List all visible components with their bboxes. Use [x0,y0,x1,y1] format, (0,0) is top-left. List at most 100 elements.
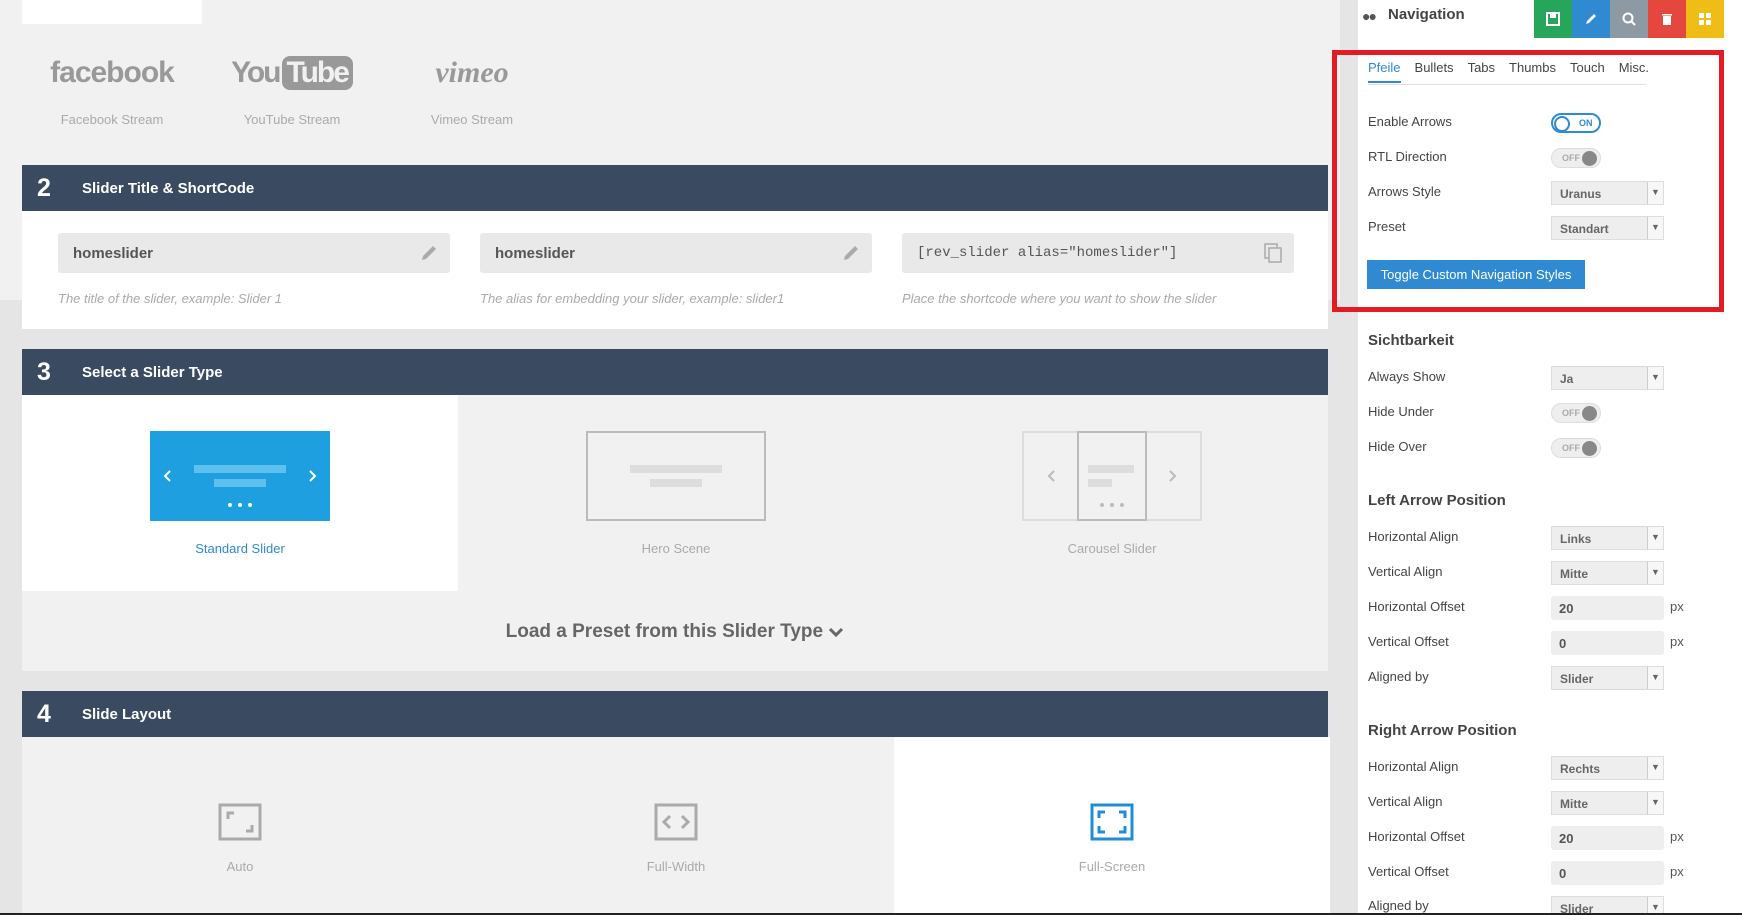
always-show-select[interactable]: Ja ▼ [1551,366,1664,390]
left-aligned-by-label: Aligned by [1368,669,1429,684]
enable-arrows-label: Enable Arrows [1368,114,1452,129]
top-strip [22,0,202,24]
left-arrow-position-title: Left Arrow Position [1368,492,1506,509]
layout-full-width-option[interactable]: Full-Width [458,737,894,915]
facebook-stream-option[interactable]: facebook Facebook Stream [22,50,202,127]
hide-over-state: OFF [1562,443,1580,453]
left-aligned-by-select[interactable]: Slider ▼ [1551,666,1664,690]
trash-icon [1662,14,1672,25]
toggle-knob [1582,151,1597,166]
preset-value: Standart [1560,222,1609,236]
facebook-logo: facebook [50,56,175,89]
right-arrow-position-title: Right Arrow Position [1368,722,1517,739]
hide-over-toggle[interactable]: OFF [1551,438,1601,458]
standard-slider-option[interactable]: Standard Slider [22,395,458,591]
slider-type-panel: Standard Slider Hero Scene Carousel Slid… [22,395,1328,671]
hero-scene-option[interactable]: Hero Scene [458,395,894,591]
tab-thumbs[interactable]: Thumbs [1509,60,1556,83]
left-v-align-value: Mitte [1560,567,1588,581]
enable-arrows-toggle[interactable]: ON [1551,113,1601,133]
chevron-down-icon [829,627,844,638]
section-4-header: 4 Slide Layout [22,691,1328,737]
chevron-down-icon: ▼ [1647,562,1663,584]
save-icon [1546,12,1560,26]
right-v-offset-input[interactable]: 0 [1551,861,1664,885]
chevron-down-icon: ▼ [1647,667,1663,689]
left-v-offset-input[interactable]: 0 [1551,631,1664,655]
pencil-icon[interactable] [840,242,862,264]
youtube-logo: You Tube [202,50,382,96]
right-h-align-select[interactable]: Rechts ▼ [1551,756,1664,780]
slider-alias-value: homeslider [495,244,576,262]
edit-button[interactable] [1572,0,1610,38]
tab-misc[interactable]: Misc. [1619,60,1649,83]
vimeo-stream-option[interactable]: vimeo Vimeo Stream [382,50,562,127]
slider-alias-field[interactable]: homeslider [480,233,872,273]
left-h-align-select[interactable]: Links ▼ [1551,526,1664,550]
full-width-layout-icon [654,803,698,841]
section-3-number: 3 [37,357,51,386]
toggle-knob [1582,406,1597,421]
rtl-direction-toggle[interactable]: OFF [1551,148,1601,168]
right-h-offset-label: Horizontal Offset [1368,829,1465,844]
right-h-offset-input[interactable]: 20 [1551,826,1664,850]
right-aligned-by-label: Aligned by [1368,898,1429,913]
right-v-align-select[interactable]: Mitte ▼ [1551,791,1664,815]
hide-under-state: OFF [1562,408,1580,418]
load-preset-button[interactable]: Load a Preset from this Slider Type [22,621,1328,643]
drag-handle-icon[interactable]: ●● [1362,8,1377,24]
left-v-align-select[interactable]: Mitte ▼ [1551,561,1664,585]
pencil-icon[interactable] [418,242,440,264]
full-screen-layout-icon [1090,803,1134,841]
right-v-align-label: Vertical Align [1368,794,1443,809]
layout-auto-option[interactable]: Auto [22,737,458,915]
youtube-stream-option[interactable]: You Tube YouTube Stream [202,50,382,127]
hide-under-toggle[interactable]: OFF [1551,403,1601,423]
shortcode-field[interactable]: [rev_slider alias="homeslider"] [902,233,1294,273]
youtube-stream-label: YouTube Stream [243,112,341,127]
left-v-align-label: Vertical Align [1368,564,1443,579]
left-h-offset-input[interactable]: 20 [1551,596,1664,620]
slider-alias-hint: The alias for embedding your slider, exa… [480,291,785,306]
layout-full-screen-label: Full-Screen [1078,859,1146,874]
right-v-align-value: Mitte [1560,797,1588,811]
preview-button[interactable] [1610,0,1648,38]
chevron-down-icon: ▼ [1647,792,1663,814]
grid-button[interactable] [1686,0,1724,38]
auto-layout-icon [218,803,262,841]
section-2-number: 2 [37,173,51,202]
tab-pfeile[interactable]: Pfeile [1368,60,1401,83]
pencil-icon [1586,14,1596,24]
left-h-offset-unit: px [1670,599,1684,614]
tab-touch[interactable]: Touch [1570,60,1605,83]
hide-over-label: Hide Over [1368,439,1427,454]
preset-select[interactable]: Standart ▼ [1551,216,1664,240]
load-preset-label: Load a Preset from this Slider Type [505,621,824,642]
copy-icon[interactable] [1262,242,1284,264]
visibility-title: Sichtbarkeit [1368,332,1454,349]
tab-tabs[interactable]: Tabs [1468,60,1495,83]
slider-title-field[interactable]: homeslider [58,233,450,273]
carousel-slider-label: Carousel Slider [1067,541,1157,556]
left-h-align-value: Links [1560,532,1592,546]
toggle-knob [1554,116,1570,132]
shortcode-hint: Place the shortcode where you want to sh… [902,291,1217,306]
chevron-down-icon: ▼ [1647,182,1663,204]
left-aligned-by-value: Slider [1560,672,1594,686]
delete-button[interactable] [1648,0,1686,38]
arrows-style-select[interactable]: Uranus ▼ [1551,181,1664,205]
arrows-style-value: Uranus [1560,187,1602,201]
right-v-offset-unit: px [1670,864,1684,879]
save-button[interactable] [1534,0,1572,38]
rtl-direction-label: RTL Direction [1368,149,1447,164]
toggle-knob [1582,441,1597,456]
rtl-direction-state: OFF [1562,153,1580,163]
toggle-custom-navigation-styles-button[interactable]: Toggle Custom Navigation Styles [1367,260,1585,289]
tab-bullets[interactable]: Bullets [1415,60,1454,83]
carousel-slider-option[interactable]: Carousel Slider [894,395,1330,591]
always-show-value: Ja [1560,372,1574,386]
always-show-label: Always Show [1368,369,1446,384]
youtube-logo-tube: Tube [281,56,353,90]
layout-full-screen-option[interactable]: Full-Screen [894,737,1330,915]
standard-slider-icon [150,431,330,521]
